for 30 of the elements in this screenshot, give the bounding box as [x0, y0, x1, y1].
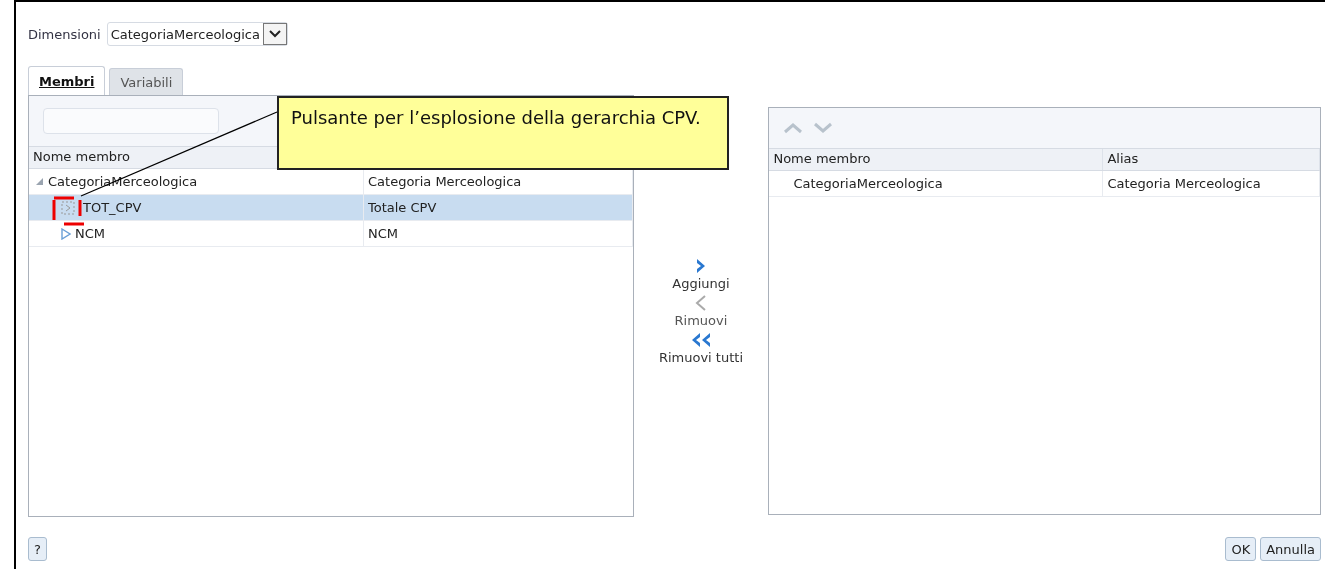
member-alias: Categoria Merceologica — [368, 174, 522, 189]
column-header: Alias — [1103, 149, 1320, 170]
table-cell: Categoria Merceologica — [1107, 176, 1261, 191]
chevron-right-icon — [694, 257, 707, 274]
expanded-triangle-icon[interactable] — [35, 177, 44, 186]
column-header: Nome membro — [769, 149, 1104, 170]
transfer-button[interactable]: Rimuovi tutti — [658, 331, 743, 365]
member-name: NCM — [75, 226, 106, 241]
tree-row[interactable]: NCM NCM — [29, 221, 633, 247]
dimension-dropdown[interactable]: CategoriaMerceologica — [106, 22, 288, 46]
help-button[interactable]: ? — [28, 537, 47, 561]
dimension-label: Dimensioni — [28, 26, 101, 42]
tree-row[interactable]: TOT_CPV Totale CPV — [29, 195, 633, 221]
member-alias: NCM — [368, 226, 399, 241]
dialog-button[interactable]: OK — [1225, 537, 1257, 561]
search-field[interactable] — [43, 108, 219, 134]
member-alias: Totale CPV — [368, 200, 437, 215]
dashed-expand-icon[interactable] — [61, 200, 75, 215]
tab[interactable]: Membri — [28, 66, 106, 95]
chevron-left-icon — [694, 294, 707, 311]
move-up-icon[interactable] — [783, 122, 804, 134]
table-cell: CategoriaMerceologica — [793, 176, 943, 191]
tab[interactable]: Variabili — [109, 68, 184, 95]
caret-icon — [268, 30, 281, 38]
dialog-button[interactable]: Annulla — [1260, 537, 1321, 561]
member-name: TOT_CPV — [83, 200, 142, 215]
move-down-icon[interactable] — [813, 122, 834, 134]
callout-note: Pulsante per l’esplosione della gerarchia CPV. — [277, 96, 729, 170]
collapsed-triangle-icon[interactable] — [61, 227, 71, 240]
transfer-button[interactable]: Aggiungi — [672, 257, 730, 291]
